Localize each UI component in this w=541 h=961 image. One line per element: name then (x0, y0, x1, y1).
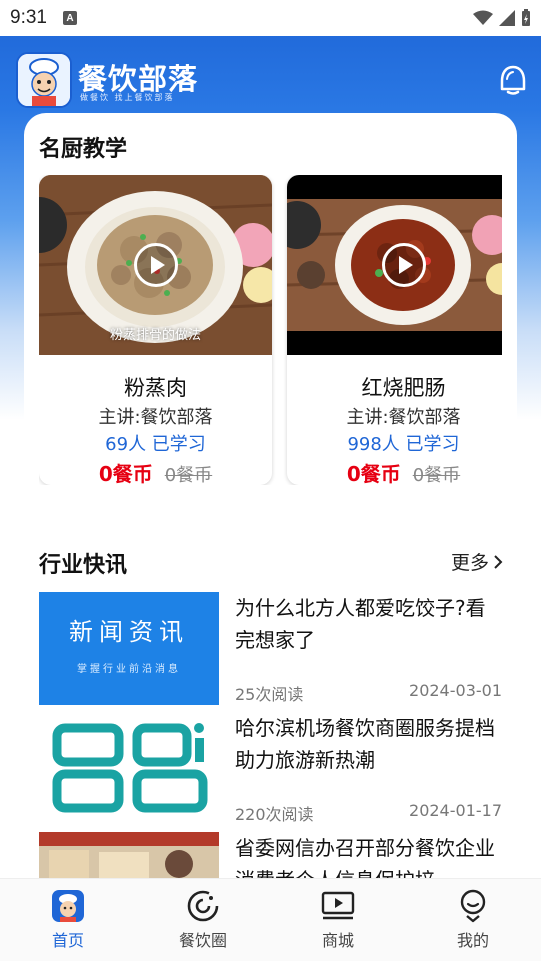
course-card[interactable]: 粉蒸排骨的做法 粉蒸肉 主讲:餐饮部落 69人 已学习 0餐币 0餐币 (39, 175, 272, 485)
nav-label: 首页 (51, 931, 84, 950)
logo-subtitle: 做餐饮 找上餐饮部落 (80, 93, 175, 102)
nav-tab-circle[interactable]: 餐饮圈 (163, 889, 243, 951)
nav-tab-home[interactable]: 首页 (28, 889, 108, 951)
section-title-courses: 名厨教学 (39, 137, 128, 162)
price-current: 0餐币 (98, 462, 153, 485)
nav-label: 商城 (321, 931, 354, 950)
chevron-right-icon (494, 554, 503, 569)
play-video-icon[interactable] (133, 243, 178, 287)
course-learned-count: 998人 已学习 (347, 434, 460, 455)
price-original: 0餐币 (412, 465, 461, 485)
news-thumbnail (39, 712, 219, 825)
more-news-link[interactable]: 更多 (451, 548, 503, 575)
news-thumbnail: 新闻资讯 掌握行业前沿消息 (39, 592, 219, 705)
user-icon (460, 889, 486, 923)
news-title: 哈尔滨机场餐饮商圈服务提档 助力旅游新热潮 (235, 716, 495, 772)
course-teacher: 主讲:餐饮部落 (98, 407, 213, 428)
course-name: 粉蒸肉 (124, 376, 187, 400)
news-title: 为什么北方人都爱吃饺子?看完想家了 (235, 596, 486, 652)
play-video-icon[interactable] (381, 243, 426, 287)
course-price: 0餐币 0餐币 (39, 458, 272, 485)
news-date: 2024-03-01 (409, 681, 502, 700)
news-read-count: 220次阅读 (235, 805, 314, 824)
circle-refresh-icon (187, 890, 219, 922)
bell-icon[interactable] (499, 64, 527, 96)
course-thumbnail[interactable] (287, 175, 502, 355)
signal-icon (499, 10, 515, 26)
course-teacher: 主讲:餐饮部落 (346, 407, 461, 428)
news-thumb-title: 新闻资讯 (69, 618, 189, 646)
course-carousel[interactable]: 粉蒸排骨的做法 粉蒸肉 主讲:餐饮部落 69人 已学习 0餐币 0餐币 红烧肥肠… (39, 175, 502, 485)
news-list-item[interactable]: 哈尔滨机场餐饮商圈服务提档 助力旅游新热潮 220次阅读 2024-01-17 (39, 712, 502, 827)
chef-courses-section: 名厨教学 粉蒸排骨的做法 粉蒸肉 主讲:餐饮部落 69人 已学习 0餐币 0餐币… (24, 113, 517, 506)
course-name: 红烧肥肠 (361, 376, 446, 400)
more-label: 更多 (450, 552, 489, 574)
logo-chef-icon (16, 52, 72, 108)
course-price: 0餐币 0餐币 (287, 458, 502, 485)
news-read-count: 25次阅读 (235, 685, 304, 704)
battery-icon (522, 9, 530, 26)
price-original: 0餐币 (164, 465, 213, 485)
play-screen-icon (321, 891, 355, 920)
news-list-item[interactable]: 新闻资讯 掌握行业前沿消息 为什么北方人都爱吃饺子?看完想家了 25次阅读 20… (39, 592, 502, 707)
price-current: 0餐币 (346, 462, 401, 485)
course-thumbnail[interactable]: 粉蒸排骨的做法 (39, 175, 272, 355)
chef-home-icon (52, 890, 84, 922)
bottom-navigation: 首页 餐饮圈 商城 我的 (0, 878, 541, 961)
status-bar: 9:31 A (0, 0, 541, 36)
course-learned-count: 69人 已学习 (105, 434, 206, 455)
news-date: 2024-01-17 (409, 801, 502, 820)
notification-icon: A (62, 11, 77, 25)
nav-label: 我的 (456, 931, 489, 950)
restaurant-photo-image (39, 832, 219, 878)
nav-tab-me[interactable]: 我的 (433, 889, 513, 951)
industry-news-section: 行业快讯 更多 新闻资讯 掌握行业前沿消息 为什么北方人都爱吃饺子?看完想家了 … (24, 521, 517, 901)
airport-logo-image (52, 723, 208, 813)
status-time: 9:31 (10, 7, 47, 28)
nav-tab-mall[interactable]: 商城 (298, 889, 378, 951)
app-bar: 餐饮部落 做餐饮 找上餐饮部落 (0, 36, 541, 116)
news-list-item[interactable]: 省委网信办召开部分餐饮企业消费者个人信息保护培 (39, 832, 502, 878)
news-title: 省委网信办召开部分餐饮企业消费者个人信息保护培 (235, 836, 495, 878)
section-title-news: 行业快讯 (39, 553, 128, 578)
course-card[interactable]: 红烧肥肠 主讲:餐饮部落 998人 已学习 0餐币 0餐币 (287, 175, 502, 485)
nav-label: 餐饮圈 (178, 931, 227, 950)
wifi-icon (473, 10, 493, 25)
news-thumb-subtitle: 掌握行业前沿消息 (77, 664, 181, 675)
news-thumbnail (39, 832, 219, 878)
thumbnail-caption: 粉蒸排骨的做法 (109, 328, 201, 343)
